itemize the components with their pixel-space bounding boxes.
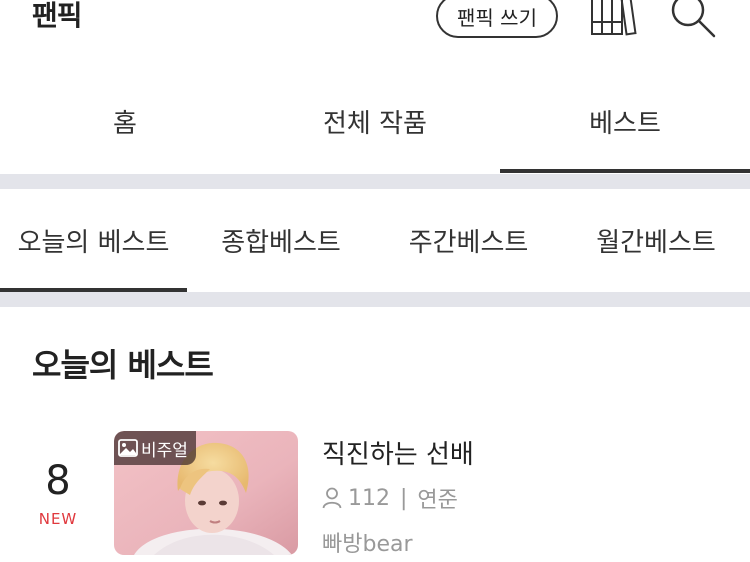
- subtab-overall-best[interactable]: 종합베스트: [187, 189, 375, 292]
- write-fanfic-button[interactable]: 팬픽 쓰기: [436, 0, 558, 38]
- tab-best[interactable]: 베스트: [500, 70, 750, 173]
- subtab-label: 종합베스트: [221, 228, 341, 258]
- search-icon[interactable]: [668, 0, 718, 40]
- subtab-today-best[interactable]: 오늘의 베스트: [0, 189, 187, 292]
- tab-label: 전체 작품: [323, 109, 427, 139]
- new-badge: NEW: [38, 510, 78, 528]
- view-count: 112: [348, 485, 390, 511]
- app-title: 팬픽: [32, 0, 83, 32]
- rank-number: 8: [45, 458, 71, 504]
- active-tab-indicator: [500, 169, 750, 173]
- tab-label: 베스트: [589, 109, 661, 139]
- section-separator: [0, 174, 750, 189]
- main-tabs: 홈 전체 작품 베스트: [0, 70, 750, 173]
- tab-label: 홈: [113, 109, 137, 139]
- visual-badge: 비주얼: [114, 431, 196, 465]
- tab-home[interactable]: 홈: [0, 70, 250, 173]
- item-title[interactable]: 직진하는 선배: [322, 434, 474, 471]
- subtab-weekly-best[interactable]: 주간베스트: [375, 189, 562, 292]
- item-meta: 112 | 연준: [322, 482, 458, 514]
- subtab-label: 월간베스트: [596, 228, 716, 258]
- ranking-list-item[interactable]: 8 NEW 비주얼 직진하는 선배 112 | 연준 빠방bear: [0, 430, 750, 562]
- best-sub-tabs: 오늘의 베스트 종합베스트 주간베스트 월간베스트: [0, 189, 750, 292]
- person-icon: [322, 487, 342, 509]
- app-bar: 팬픽 팬픽 쓰기: [0, 0, 750, 60]
- section-title: 오늘의 베스트: [32, 346, 214, 384]
- visual-badge-label: 비주얼: [141, 440, 188, 461]
- image-icon: [118, 439, 138, 457]
- series-status: 연준: [417, 488, 458, 513]
- subtab-monthly-best[interactable]: 월간베스트: [562, 189, 750, 292]
- tab-all-works[interactable]: 전체 작품: [250, 70, 500, 173]
- author-name[interactable]: 빠방bear: [322, 526, 413, 558]
- subtab-label: 주간베스트: [408, 228, 529, 258]
- subtab-label: 오늘의 베스트: [17, 228, 170, 258]
- meta-divider: |: [400, 485, 408, 511]
- section-separator: [0, 292, 750, 307]
- library-icon[interactable]: [590, 0, 638, 38]
- cover-thumbnail[interactable]: 비주얼: [114, 431, 298, 555]
